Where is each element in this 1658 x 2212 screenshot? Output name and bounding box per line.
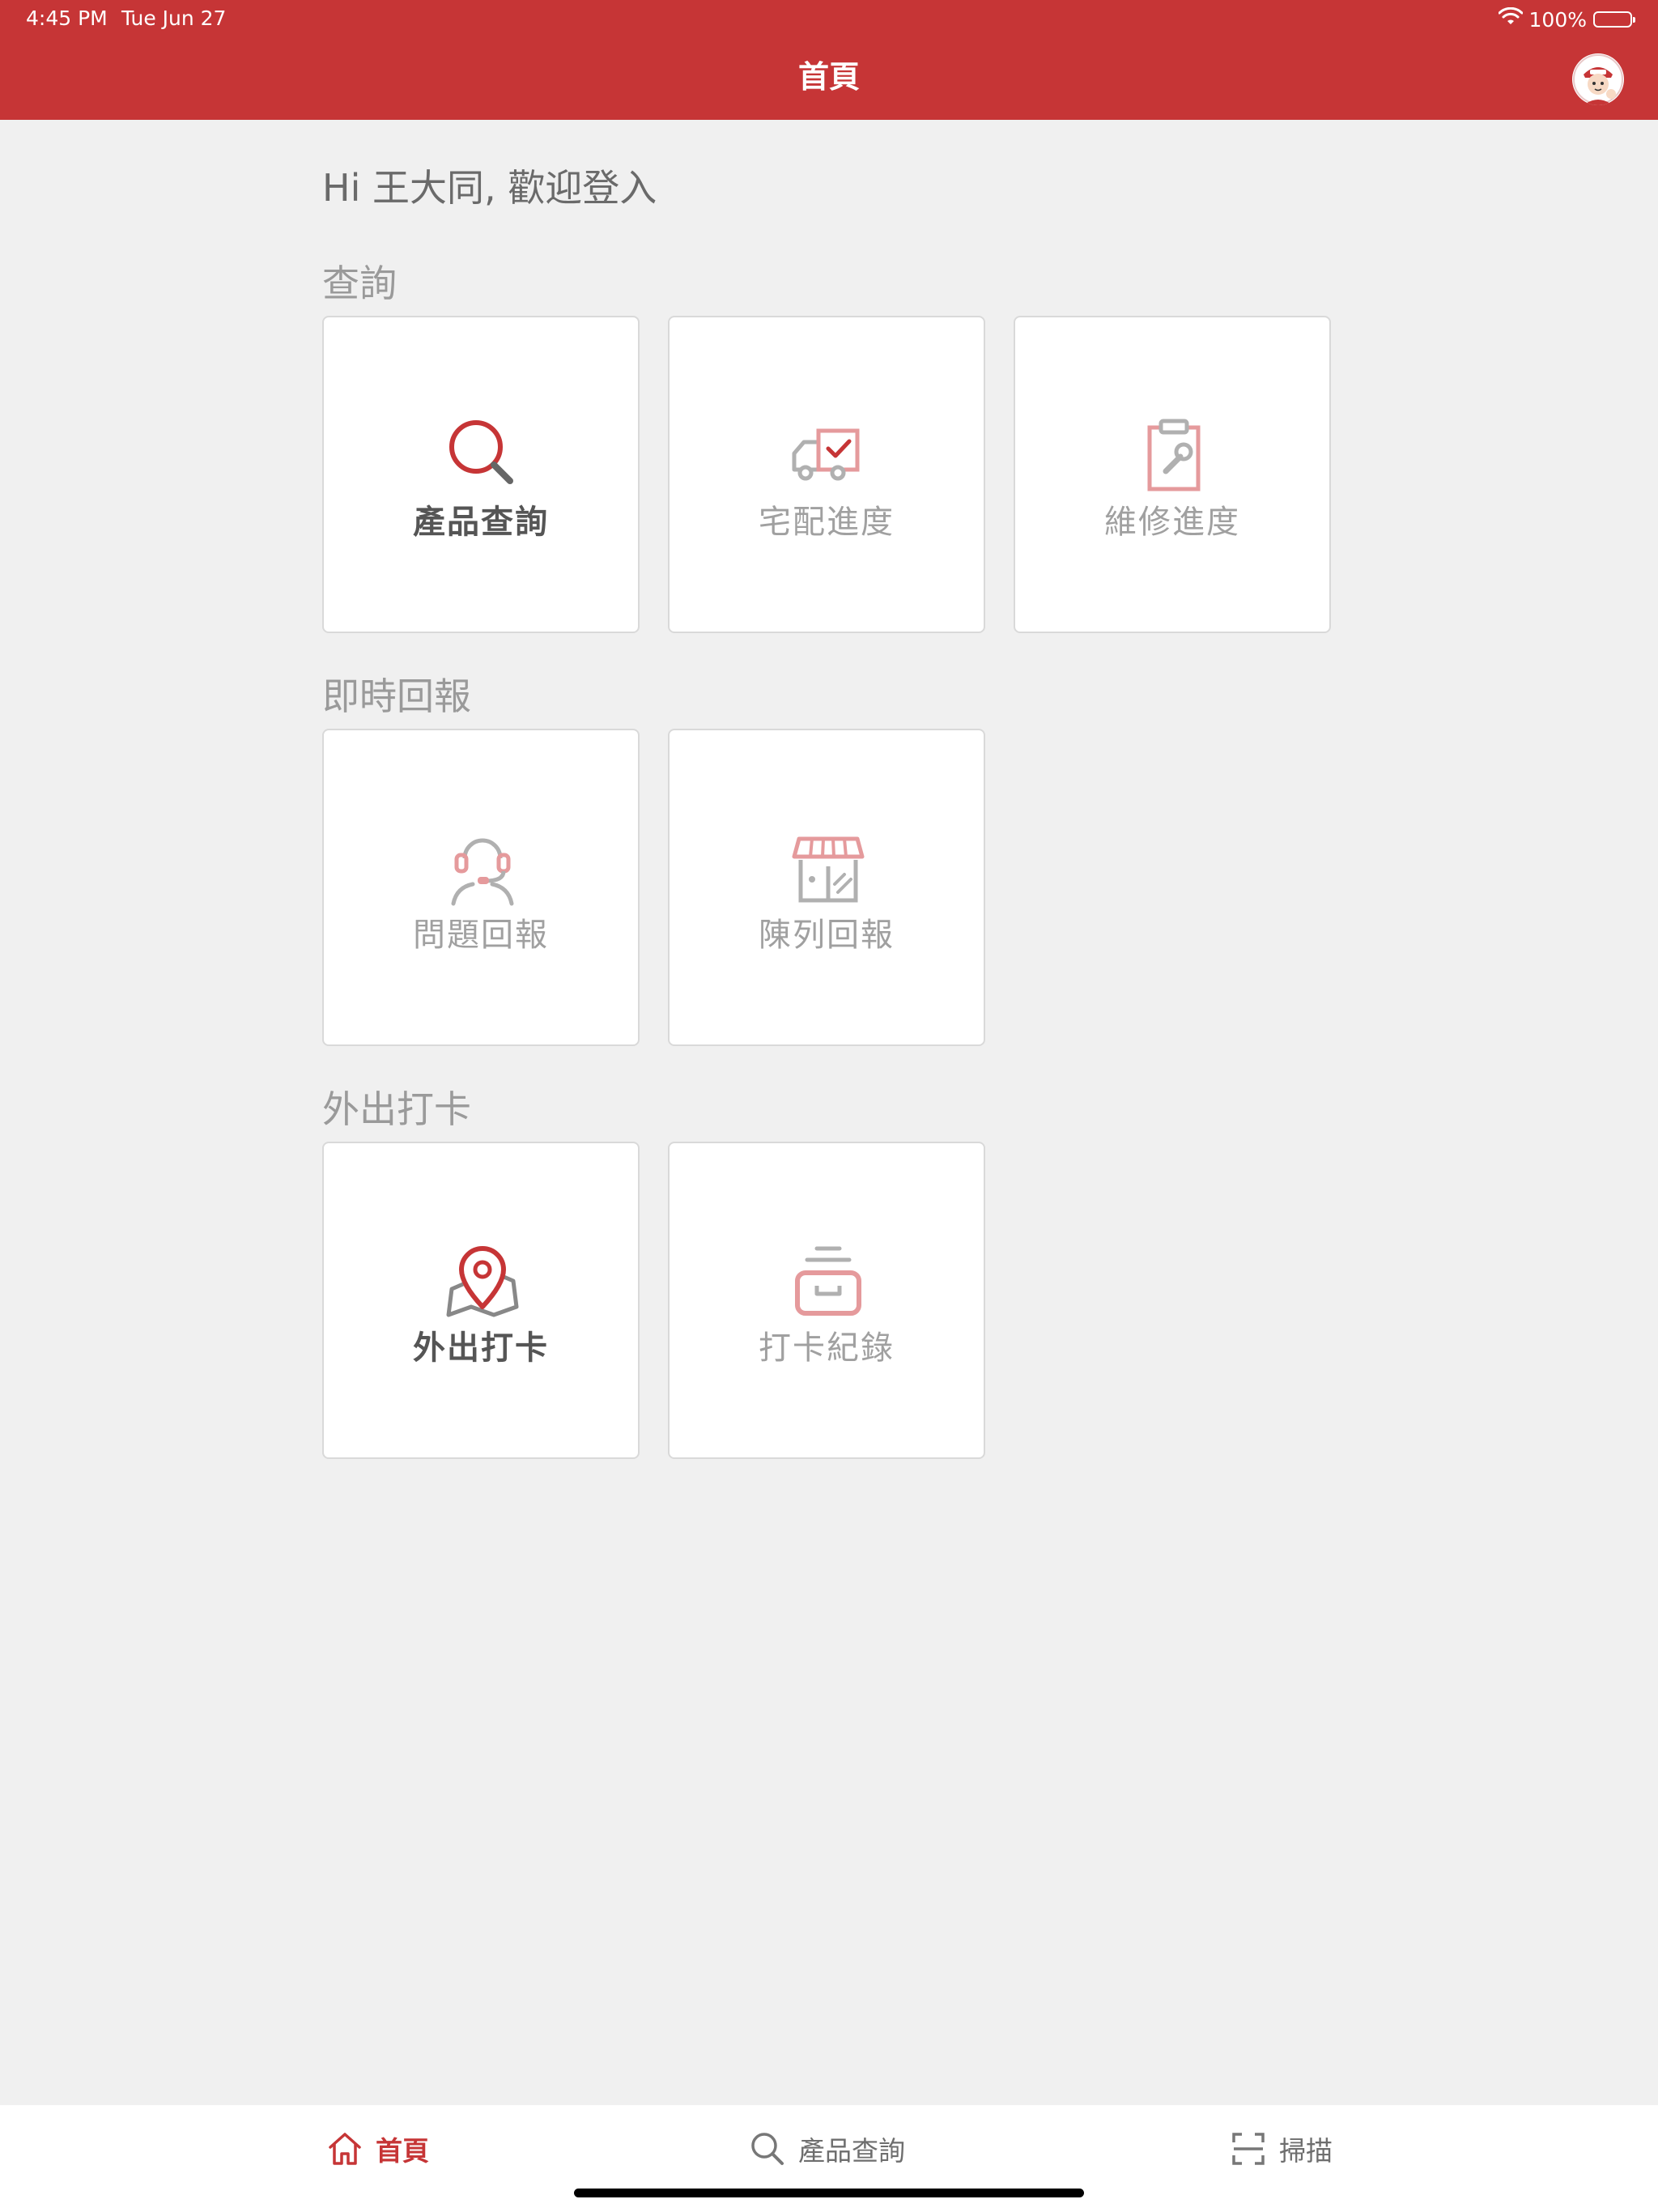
status-date: Tue Jun 27 [121, 6, 227, 30]
status-time: 4:45 PM [26, 6, 108, 30]
search-icon [748, 2129, 787, 2168]
home-indicator[interactable] [574, 2189, 1084, 2197]
card-label: 維修進度 [1104, 504, 1240, 541]
card-label: 產品查詢 [413, 504, 549, 541]
scan-frame-icon [1229, 2129, 1268, 2168]
battery-percent: 100% [1528, 7, 1587, 32]
archive-box-icon [788, 1239, 869, 1320]
status-indicators: 100% [1498, 5, 1635, 34]
avatar[interactable] [1572, 53, 1624, 105]
tab-scan[interactable]: 掃描 [1229, 2128, 1333, 2170]
section-title-query: 查詢 [322, 262, 397, 305]
tab-label: 產品查詢 [798, 2135, 905, 2167]
tab-label: 首頁 [376, 2135, 429, 2167]
tab-home[interactable]: 首頁 [325, 2128, 429, 2170]
card-checkin[interactable]: 外出打卡 [322, 1142, 640, 1459]
card-label: 宅配進度 [759, 504, 895, 541]
tab-product-query[interactable]: 產品查詢 [748, 2128, 905, 2170]
top-header: 4:45 PM Tue Jun 27 100% 首頁 [0, 0, 1658, 120]
map-pin-icon [442, 1239, 523, 1320]
card-product-query[interactable]: 產品查詢 [322, 316, 640, 633]
section-title-report: 即時回報 [322, 674, 471, 718]
card-label: 外出打卡 [413, 1329, 549, 1367]
home-icon [325, 2129, 364, 2168]
page-title: 首頁 [797, 59, 860, 95]
card-label: 問題回報 [413, 917, 549, 954]
tab-label: 掃描 [1279, 2135, 1333, 2167]
greeting-text: Hi 王大同, 歡迎登入 [322, 166, 657, 210]
card-issue-report[interactable]: 問題回報 [322, 729, 640, 1046]
storefront-icon [788, 826, 869, 907]
card-label: 打卡紀錄 [759, 1329, 895, 1367]
card-display-report[interactable]: 陳列回報 [668, 729, 985, 1046]
card-delivery-progress[interactable]: 宅配進度 [668, 316, 985, 633]
repair-clipboard-icon [1133, 413, 1214, 494]
headset-agent-icon [442, 826, 523, 907]
delivery-truck-icon [788, 413, 869, 494]
card-checkin-record[interactable]: 打卡紀錄 [668, 1142, 985, 1459]
wifi-icon [1498, 6, 1524, 32]
card-repair-progress[interactable]: 維修進度 [1014, 316, 1331, 633]
search-icon [442, 413, 523, 494]
battery-icon [1593, 11, 1635, 28]
section-title-checkin: 外出打卡 [322, 1087, 471, 1131]
card-label: 陳列回報 [759, 917, 895, 954]
